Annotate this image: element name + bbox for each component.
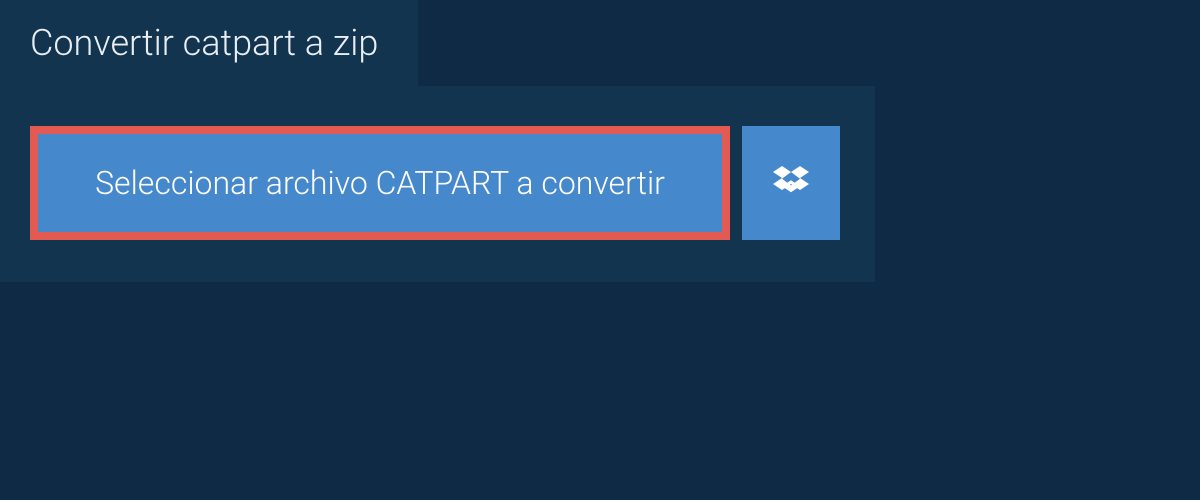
tab-title: Convertir catpart a zip xyxy=(30,22,378,64)
dropbox-icon xyxy=(773,163,809,203)
button-row: Seleccionar archivo CATPART a convertir xyxy=(30,126,845,240)
select-file-label: Seleccionar archivo CATPART a convertir xyxy=(95,164,665,202)
dropbox-button[interactable] xyxy=(742,126,840,240)
conversion-panel: Seleccionar archivo CATPART a convertir xyxy=(0,86,875,282)
active-tab[interactable]: Convertir catpart a zip xyxy=(0,0,418,86)
select-file-button[interactable]: Seleccionar archivo CATPART a convertir xyxy=(30,126,730,240)
